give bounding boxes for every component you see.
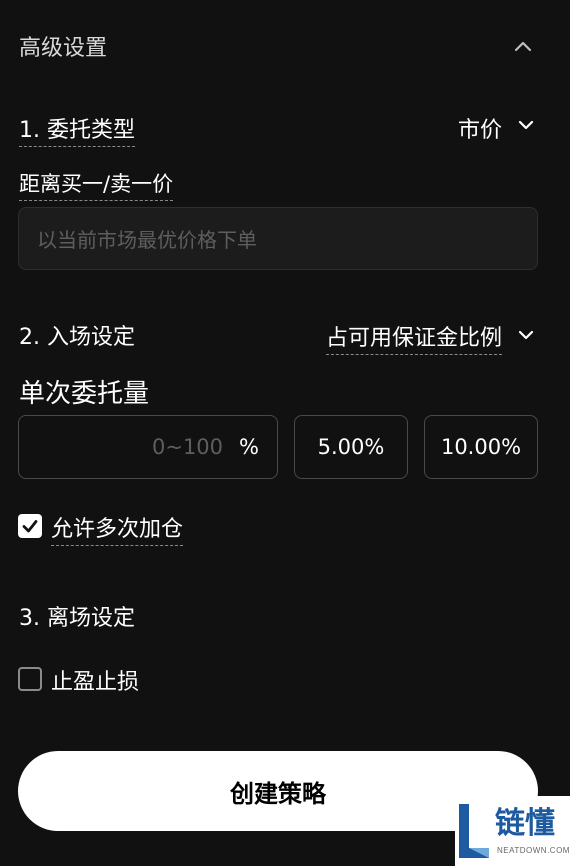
order-quantity-label: 单次委托量 (19, 379, 150, 409)
chevron-down-icon (516, 325, 536, 351)
watermark-text: 链懂 (495, 806, 555, 841)
logo-l-icon (459, 804, 489, 858)
entry-mode-value: 占可用保证金比例 (325, 320, 502, 355)
quantity-unit: % (239, 435, 259, 459)
watermark-subtext: NEATDOWN.COM (497, 846, 570, 855)
entry-mode-select[interactable]: 占可用保证金比例 (325, 320, 536, 355)
exit-settings-title: 3. 离场设定 (19, 606, 135, 631)
order-type-value: 市价 (457, 118, 502, 143)
advanced-settings-title: 高级设置 (19, 36, 108, 61)
checkmark-icon (22, 520, 38, 533)
chevron-up-icon[interactable] (512, 35, 534, 57)
entry-settings-title: 2. 入场设定 (19, 325, 135, 350)
tp-sl-checkbox[interactable] (18, 667, 42, 691)
quantity-placeholder: 0~100 (151, 435, 224, 459)
preset-10-button[interactable]: 10.00% (424, 415, 538, 479)
tp-sl-label[interactable]: 止盈止损 (51, 664, 139, 696)
chevron-down-icon (516, 115, 536, 141)
price-input[interactable]: 以当前市场最优价格下单 (18, 207, 538, 270)
allow-add-label[interactable]: 允许多次加仓 (51, 511, 184, 546)
preset-5-button[interactable]: 5.00% (294, 415, 408, 479)
distance-label: 距离买一/卖一价 (19, 168, 174, 201)
order-type-select[interactable]: 市价 (458, 112, 536, 144)
allow-add-checkbox[interactable] (18, 514, 42, 538)
order-type-title: 1. 委托类型 (19, 112, 135, 147)
quantity-input[interactable]: 0~100 % (18, 415, 278, 479)
watermark-logo: 链懂 NEATDOWN.COM (455, 796, 570, 866)
